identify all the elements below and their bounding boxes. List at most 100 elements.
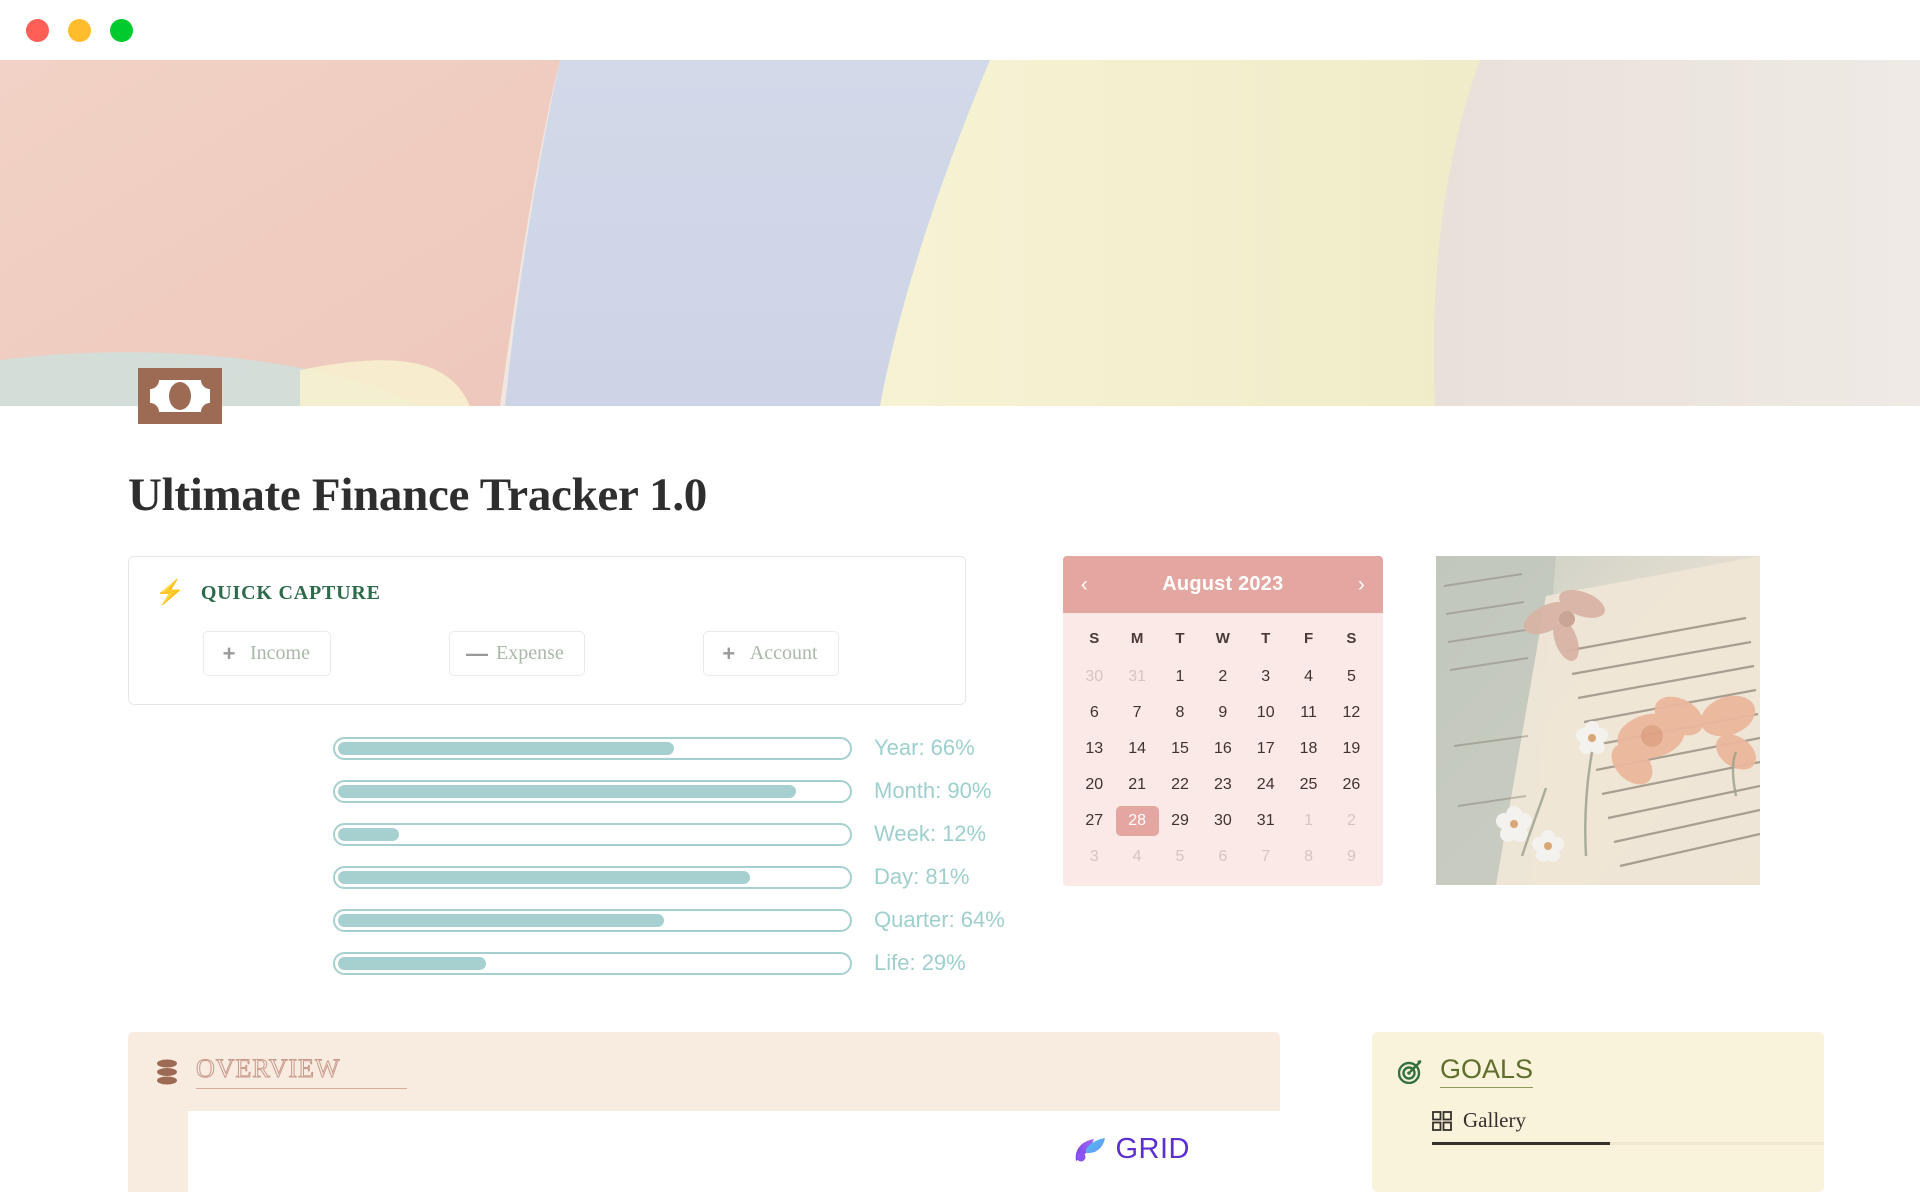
progress-bar-life: [333, 951, 852, 975]
calendar-header: ‹ August 2023 ›: [1062, 556, 1383, 613]
progress-row-month: Month: 90%: [333, 778, 1005, 804]
calendar-weekday-4: T: [1261, 630, 1271, 647]
close-window-button[interactable]: [26, 18, 49, 42]
calendar-day[interactable]: 13: [1073, 734, 1116, 764]
left-column: ⚡ QUICK CAPTURE + Income — Expense + Acc…: [128, 556, 1005, 976]
calendar-day[interactable]: 31: [1116, 662, 1159, 692]
calendar-day[interactable]: 25: [1287, 770, 1330, 800]
calendar-day[interactable]: 16: [1201, 734, 1244, 764]
add-income-button[interactable]: + Income: [203, 631, 331, 676]
calendar-day[interactable]: 1: [1287, 806, 1330, 836]
goals-title: GOALS: [1440, 1054, 1534, 1088]
mini-calendar: ‹ August 2023 › S M T W T F S 30 31 1 2 3 4 5 6 7 8 9 10 11…: [1062, 556, 1383, 886]
progress-row-life: Life: 29%: [333, 950, 1005, 976]
calendar-day[interactable]: 9: [1330, 842, 1373, 872]
calendar-day[interactable]: 30: [1073, 662, 1116, 692]
lightning-bolt-icon: ⚡: [155, 579, 185, 606]
calendar-weekday-3: W: [1215, 630, 1230, 647]
calendar-day[interactable]: 21: [1116, 770, 1159, 800]
calendar-day[interactable]: 4: [1287, 662, 1330, 692]
progress-label-week: Week: 12%: [874, 821, 987, 846]
calendar-day[interactable]: 3: [1073, 842, 1116, 872]
calendar-weekday-5: F: [1303, 630, 1314, 647]
calendar-day[interactable]: 15: [1159, 734, 1202, 764]
calendar-day[interactable]: 24: [1244, 770, 1287, 800]
progress-row-week: Week: 12%: [333, 821, 1005, 847]
calendar-day[interactable]: 4: [1116, 842, 1159, 872]
database-stack-icon: [157, 1059, 177, 1084]
banknote-icon: [138, 368, 222, 424]
target-dart-icon: [1398, 1059, 1422, 1084]
tab-active-underline: [1432, 1142, 1610, 1145]
calendar-day[interactable]: 6: [1073, 698, 1116, 728]
tab-gallery[interactable]: Gallery: [1432, 1108, 1526, 1142]
calendar-day[interactable]: 8: [1159, 698, 1202, 728]
gallery-grid-icon: [1432, 1110, 1452, 1131]
calendar-day[interactable]: 7: [1244, 842, 1287, 872]
calendar-day[interactable]: 27: [1073, 806, 1116, 836]
plus-icon: +: [222, 640, 236, 666]
window-title-bar: [0, 0, 1920, 60]
pressed-flowers-book-photo: [1435, 556, 1760, 885]
progress-fill-week: [338, 827, 400, 841]
calendar-day[interactable]: 12: [1330, 698, 1373, 728]
calendar-day[interactable]: 10: [1244, 698, 1287, 728]
calendar-day[interactable]: 11: [1287, 698, 1330, 728]
page-cover-banner: [0, 60, 1920, 406]
calendar-day[interactable]: 8: [1287, 842, 1330, 872]
add-account-button[interactable]: + Account: [702, 631, 839, 676]
overview-embed-area: GRID: [188, 1111, 1280, 1192]
calendar-day[interactable]: 1: [1159, 662, 1202, 692]
goals-header: GOALS: [1372, 1054, 1824, 1088]
calendar-day[interactable]: 7: [1116, 698, 1159, 728]
progress-row-quarter: Quarter: 64%: [333, 907, 1005, 933]
progress-bar-week: [333, 822, 852, 846]
calendar-day[interactable]: 2: [1201, 662, 1244, 692]
calendar-day[interactable]: 17: [1244, 734, 1287, 764]
calendar-day[interactable]: 23: [1201, 770, 1244, 800]
calendar-day[interactable]: 29: [1159, 806, 1202, 836]
calendar-day[interactable]: 30: [1201, 806, 1244, 836]
abstract-pastel-paint-cover: [0, 60, 1920, 406]
tab-gallery-label: Gallery: [1463, 1108, 1526, 1132]
calendar-day-today[interactable]: 28: [1115, 806, 1159, 836]
calendar-day[interactable]: 18: [1287, 734, 1330, 764]
calendar-day[interactable]: 5: [1330, 662, 1373, 692]
add-expense-button[interactable]: — Expense: [448, 631, 585, 676]
progress-label-life: Life: 29%: [874, 950, 966, 975]
calendar-day[interactable]: 6: [1201, 842, 1244, 872]
quick-capture-card: ⚡ QUICK CAPTURE + Income — Expense + Acc…: [128, 556, 966, 705]
progress-label-month: Month: 90%: [874, 778, 992, 803]
calendar-month-label: August 2023: [1162, 573, 1284, 595]
goals-tab-bar: Gallery: [1432, 1108, 1824, 1142]
quick-capture-title: QUICK CAPTURE: [200, 581, 381, 604]
minus-icon: —: [465, 640, 488, 666]
calendar-day[interactable]: 5: [1159, 842, 1202, 872]
time-progress-bars: Year: 66% Month: 90% Week: 12% Day: 81% Quar…: [333, 735, 1005, 976]
progress-label-quarter: Quarter: 64%: [874, 907, 1005, 932]
previous-month-button[interactable]: ‹: [1081, 573, 1088, 597]
calendar-day[interactable]: 20: [1073, 770, 1116, 800]
grid-embed-logo[interactable]: GRID: [1072, 1133, 1191, 1166]
overview-header: OVERVIEW: [128, 1054, 1280, 1089]
calendar-day[interactable]: 22: [1159, 770, 1202, 800]
calendar-day[interactable]: 3: [1244, 662, 1287, 692]
quick-capture-buttons: + Income — Expense + Account: [155, 631, 939, 676]
calendar-day[interactable]: 14: [1116, 734, 1159, 764]
calendar-day[interactable]: 31: [1244, 806, 1287, 836]
calendar-day[interactable]: 2: [1330, 806, 1373, 836]
overview-title: OVERVIEW: [196, 1054, 407, 1089]
calendar-day[interactable]: 26: [1330, 770, 1373, 800]
next-month-button[interactable]: ›: [1358, 573, 1365, 597]
add-expense-label: Expense: [495, 642, 564, 664]
grid-butterfly-logo-icon: [1075, 1137, 1105, 1161]
calendar-weekday-6: S: [1346, 630, 1357, 647]
progress-label-year: Year: 66%: [874, 735, 975, 760]
maximize-window-button[interactable]: [110, 18, 133, 42]
minimize-window-button[interactable]: [68, 18, 91, 42]
goals-panel: GOALS Gallery: [1372, 1032, 1824, 1192]
calendar-day[interactable]: 9: [1201, 698, 1244, 728]
calendar-day[interactable]: 19: [1330, 734, 1373, 764]
page-content: Ultimate Finance Tracker 1.0 ⚡ QUICK CAP…: [0, 468, 1920, 1192]
page-icon-banknote[interactable]: [138, 368, 222, 424]
